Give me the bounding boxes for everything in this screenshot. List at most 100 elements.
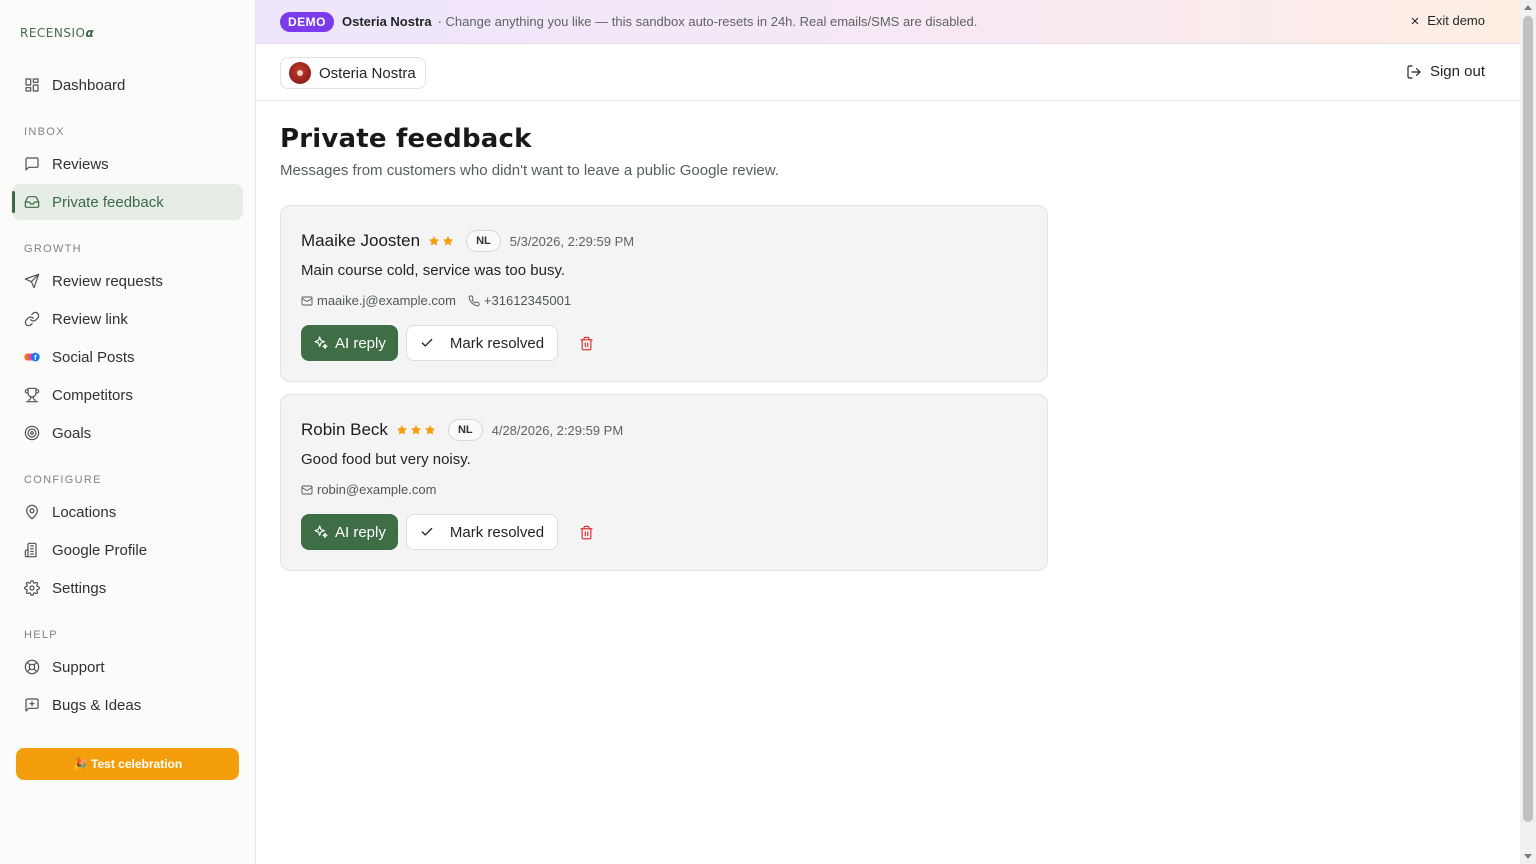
sidebar-item-label: Dashboard xyxy=(52,76,126,94)
ai-reply-button[interactable]: AI reply xyxy=(301,325,398,361)
life-buoy-icon xyxy=(24,659,40,675)
sidebar-item-settings[interactable]: Settings xyxy=(12,570,243,606)
building-icon xyxy=(24,542,40,558)
timestamp: 5/3/2026, 2:29:59 PM xyxy=(509,233,635,249)
sidebar-item-label: Locations xyxy=(52,503,117,521)
sidebar-item-label: Bugs & Ideas xyxy=(52,696,142,714)
sign-out-button[interactable]: Sign out xyxy=(1406,63,1485,80)
demo-badge: DEMO xyxy=(280,11,334,32)
sidebar: RECENSIOα Dashboard INBOX Reviews Privat… xyxy=(0,0,256,864)
close-icon xyxy=(1411,17,1419,24)
sidebar-item-label: Reviews xyxy=(52,155,109,173)
sidebar-item-label: Settings xyxy=(52,579,107,597)
language-badge: NL xyxy=(466,230,501,252)
inbox-icon xyxy=(24,194,40,210)
sidebar-item-label: Google Profile xyxy=(52,541,148,559)
sidebar-item-label: Goals xyxy=(52,424,92,442)
mark-resolved-label: Mark resolved xyxy=(449,334,545,352)
mark-resolved-button[interactable]: Mark resolved xyxy=(405,514,559,550)
sidebar-item-dashboard[interactable]: Dashboard xyxy=(12,67,243,103)
section-label-configure: CONFIGURE xyxy=(24,474,102,486)
sparkles-icon xyxy=(314,336,328,349)
social-networks-icon: f xyxy=(24,349,40,365)
sidebar-item-reviews[interactable]: Reviews xyxy=(12,146,243,182)
star-icon xyxy=(443,236,454,246)
sidebar-item-competitors[interactable]: Competitors xyxy=(12,377,243,413)
sidebar-item-support[interactable]: Support xyxy=(12,649,243,685)
contact-email[interactable]: maaike.j@example.com xyxy=(301,293,456,308)
mark-resolved-label: Mark resolved xyxy=(449,523,545,541)
exit-demo-label: Exit demo xyxy=(1427,13,1485,28)
sidebar-item-label: Social Posts xyxy=(52,348,135,366)
sidebar-item-google-profile[interactable]: Google Profile xyxy=(12,532,243,568)
sidebar-item-label: Review link xyxy=(52,310,128,328)
exit-demo-button[interactable]: Exit demo xyxy=(1409,13,1485,28)
sidebar-item-private-feedback[interactable]: Private feedback xyxy=(12,184,243,220)
demo-banner: DEMO Osteria Nostra · Change anything yo… xyxy=(256,0,1520,44)
delete-button[interactable] xyxy=(574,331,598,355)
phone-icon xyxy=(468,295,480,306)
sidebar-item-review-link[interactable]: Review link xyxy=(12,301,243,337)
star-icon xyxy=(410,425,421,435)
map-pin-icon xyxy=(24,504,40,520)
sidebar-item-review-requests[interactable]: Review requests xyxy=(12,263,243,299)
scroll-thumb[interactable] xyxy=(1523,16,1533,822)
sidebar-item-label: Private feedback xyxy=(52,193,164,211)
sidebar-item-goals[interactable]: Goals xyxy=(12,415,243,451)
target-icon xyxy=(24,425,40,441)
sidebar-item-locations[interactable]: Locations xyxy=(12,494,243,530)
section-label-inbox: INBOX xyxy=(24,126,65,138)
section-label-growth: GROWTH xyxy=(24,243,82,255)
link-icon xyxy=(24,311,40,327)
customer-name: Robin Beck xyxy=(301,420,388,439)
sidebar-item-social-posts[interactable]: f Social Posts xyxy=(12,339,243,375)
ai-reply-button[interactable]: AI reply xyxy=(301,514,398,550)
mail-icon xyxy=(301,296,313,305)
dashboard-icon xyxy=(24,77,40,93)
message-plus-icon xyxy=(24,697,40,713)
app-logo[interactable]: RECENSIOα xyxy=(20,26,94,40)
language-badge: NL xyxy=(447,419,483,441)
mark-resolved-button[interactable]: Mark resolved xyxy=(405,325,559,361)
timestamp: 4/28/2026, 2:29:59 PM xyxy=(491,422,624,438)
page-scrollbar[interactable] xyxy=(1520,0,1536,864)
location-avatar xyxy=(289,62,311,84)
customer-name: Maaike Joosten xyxy=(301,231,421,250)
feedback-message: Good food but very noisy. xyxy=(301,451,471,468)
ai-reply-label: AI reply xyxy=(335,334,386,352)
delete-button[interactable] xyxy=(574,520,598,544)
trash-icon xyxy=(579,336,593,350)
sparkles-icon xyxy=(314,525,328,538)
contact-email[interactable]: robin@example.com xyxy=(301,482,436,497)
banner-business-name: Osteria Nostra xyxy=(342,14,432,29)
sidebar-item-label: Competitors xyxy=(52,386,133,404)
star-rating xyxy=(396,424,438,436)
location-switcher[interactable]: Osteria Nostra xyxy=(280,57,426,89)
page-title: Private feedback xyxy=(280,124,532,154)
phone-value: +31612345001 xyxy=(483,293,572,308)
trash-icon xyxy=(579,525,593,539)
star-icon xyxy=(429,236,440,246)
sidebar-item-bugs-ideas[interactable]: Bugs & Ideas xyxy=(12,687,243,723)
section-label-help: HELP xyxy=(24,629,58,641)
banner-message: · Change anything you like — this sandbo… xyxy=(437,14,978,29)
sign-out-label: Sign out xyxy=(1429,63,1485,80)
scroll-up-arrow[interactable] xyxy=(1524,5,1532,10)
sidebar-item-label: Support xyxy=(52,658,105,676)
trophy-icon xyxy=(24,387,40,403)
page-subtitle: Messages from customers who didn't want … xyxy=(280,162,779,179)
check-icon xyxy=(421,338,433,347)
test-celebration-button[interactable]: 🎉 Test celebration xyxy=(16,748,239,780)
contact-phone[interactable]: +31612345001 xyxy=(468,293,571,308)
star-icon xyxy=(396,425,407,435)
send-icon xyxy=(24,273,40,289)
message-square-icon xyxy=(24,156,40,172)
feedback-card: Robin Beck NL 4/28/2026, 2:29:59 PM Good… xyxy=(280,394,1048,571)
log-out-icon xyxy=(1407,64,1421,79)
sidebar-item-label: Review requests xyxy=(52,272,163,290)
gear-icon xyxy=(24,580,40,596)
email-value: maaike.j@example.com xyxy=(317,293,456,308)
scroll-down-arrow[interactable] xyxy=(1524,854,1532,859)
star-rating xyxy=(428,235,456,247)
email-value: robin@example.com xyxy=(317,482,437,497)
